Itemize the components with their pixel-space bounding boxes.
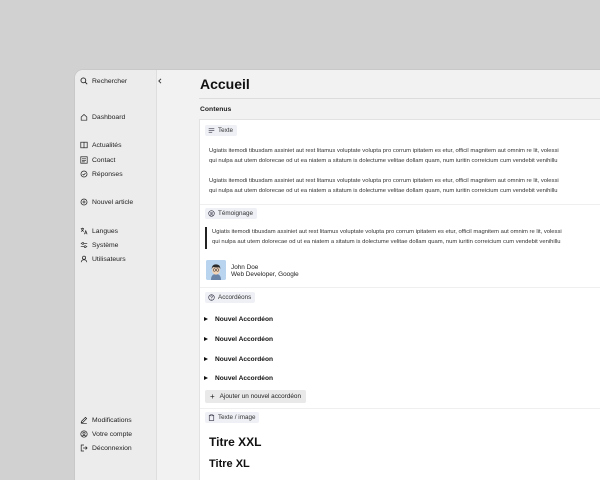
account-icon [80,430,88,438]
avatar-illustration [206,260,226,280]
accordion-title: Nouvel Accordéon [215,374,274,382]
text-lines-icon [208,128,215,133]
accordion-title: Nouvel Accordéon [215,355,274,363]
sidebar-item-label: Réponses [92,170,123,178]
paragraph-line: Ugiatis itemodi tibusdam assiniet aut re… [209,178,559,184]
sidebar-item-modifications[interactable]: Modifications [80,414,132,426]
sidebar: Rechercher Dashboard Actualités Contact … [75,70,157,480]
translate-icon [80,227,88,235]
text-paragraph-1: Ugiatis itemodi tibusdam assiniet aut re… [209,146,600,166]
block-chip-text[interactable]: Texte [205,125,238,136]
caret-right-icon [204,337,208,341]
sidebar-item-langues[interactable]: Langues [80,225,118,237]
chip-label: Accordéons [218,294,252,301]
home-icon [80,113,88,121]
search-icon [80,77,88,85]
main-area: Accueil Contenus Texte Ugiatis itemodi t… [157,70,600,480]
heading-xl: Titre XL [209,458,250,470]
chip-label: Texte / image [218,414,256,421]
sidebar-item-label: Votre compte [92,430,133,438]
text-paragraph-2: Ugiatis itemodi tibusdam assiniet aut re… [209,176,600,196]
content-panel: Texte Ugiatis itemodi tibusdam assiniet … [199,119,600,480]
question-circle-icon [208,294,215,301]
sidebar-item-label: Contact [92,156,116,164]
add-accordion-label: Ajouter un nouvel accordéon [219,393,302,400]
app-window: Rechercher Dashboard Actualités Contact … [75,70,600,480]
sidebar-item-label: Déconnexion [92,444,132,452]
plus-circle-icon [80,198,88,206]
paragraph-line: qui nulpa aut utem dolorecae od ut ea ni… [209,158,558,164]
logout-icon [80,444,88,452]
sidebar-item-label: Système [92,241,119,249]
sidebar-item-label: Langues [92,227,119,235]
accordion-item[interactable]: Nouvel Accordéon [204,373,273,383]
header-divider [199,98,600,99]
accordion-item[interactable]: Nouvel Accordéon [204,314,273,324]
book-icon [80,141,88,149]
caret-right-icon [204,357,208,361]
sidebar-item-nouvel-article[interactable]: Nouvel article [80,196,133,208]
block-divider [200,204,600,205]
sidebar-item-label: Actualités [92,141,122,149]
section-label: Contenus [200,106,232,113]
sidebar-item-label: Nouvel article [92,198,134,206]
block-divider [200,287,600,288]
quote-icon [208,210,215,217]
list-icon [80,156,88,164]
block-chip-accordions[interactable]: Accordéons [205,292,256,303]
add-accordion-button[interactable]: + Ajouter un nouvel accordéon [205,390,307,403]
accordion-title: Nouvel Accordéon [215,335,274,343]
block-chip-text-image[interactable]: Texte / image [205,412,260,423]
block-divider [200,408,600,409]
sidebar-item-dashboard[interactable]: Dashboard [80,111,125,123]
caret-right-icon [204,317,208,321]
search-button[interactable]: Rechercher [80,75,127,87]
testimonial-author-role: Web Developer, Google [231,271,299,278]
caret-right-icon [204,376,208,380]
accordion-item[interactable]: Nouvel Accordéon [204,334,273,344]
accordion-title: Nouvel Accordéon [215,315,274,323]
chip-label: Texte [218,127,234,134]
plus-icon: + [210,391,215,401]
sliders-icon [80,242,88,248]
pencil-icon [80,416,88,424]
testimonial-quote: Ugiatis itemodi tibusdam assiniet aut re… [205,227,600,249]
paragraph-line: Ugiatis itemodi tibusdam assiniet aut re… [209,148,559,154]
quote-line: qui nulpa aut utem dolorecae od ut ea ni… [212,239,561,245]
clipboard-icon [208,414,215,421]
avatar [206,260,226,280]
paragraph-line: qui nulpa aut utem dolorecae od ut ea ni… [209,188,558,194]
search-label: Rechercher [92,77,128,85]
chip-label: Témoignage [218,210,254,217]
sidebar-item-label: Dashboard [92,113,126,121]
sidebar-item-utilisateurs[interactable]: Utilisateurs [80,253,126,265]
sidebar-item-systeme[interactable]: Système [80,239,118,251]
accordion-item[interactable]: Nouvel Accordéon [204,354,273,364]
block-chip-testimonial[interactable]: Témoignage [205,208,258,219]
sidebar-item-actualites[interactable]: Actualités [80,139,121,151]
sidebar-item-reponses[interactable]: Réponses [80,168,123,180]
sidebar-item-label: Utilisateurs [92,255,126,263]
heading-xxl: Titre XXL [209,435,262,449]
sidebar-item-deconnexion[interactable]: Déconnexion [80,442,132,454]
page-title: Accueil [200,76,250,92]
sidebar-item-votre-compte[interactable]: Votre compte [80,428,132,440]
testimonial-author-name: John Doe [231,264,259,271]
check-circle-icon [80,170,88,178]
sidebar-item-contact[interactable]: Contact [80,154,115,166]
user-icon [80,255,88,263]
sidebar-item-label: Modifications [92,416,132,424]
quote-line: Ugiatis itemodi tibusdam assiniet aut re… [212,229,562,235]
